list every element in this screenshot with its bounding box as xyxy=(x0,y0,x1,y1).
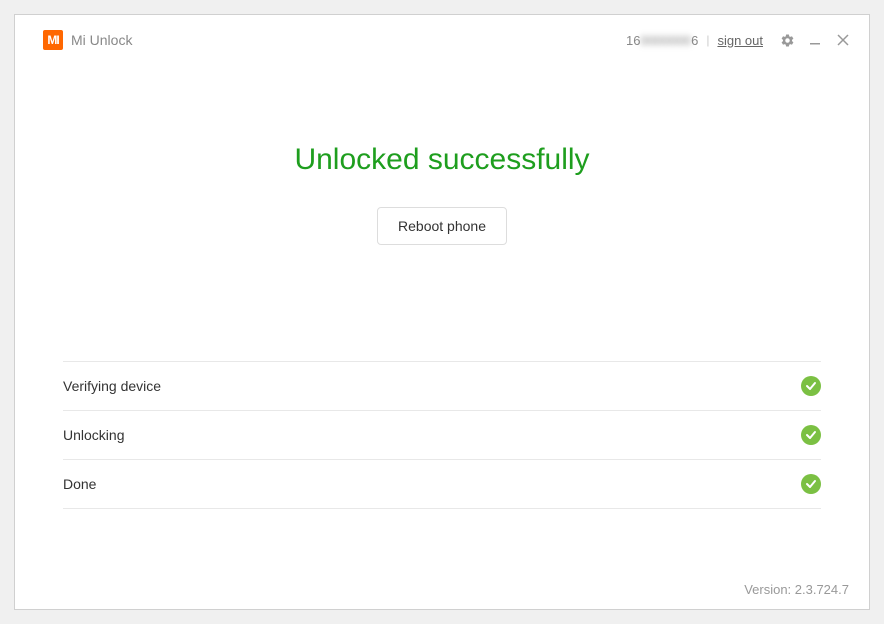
mi-logo-icon: MI xyxy=(43,30,63,50)
reboot-button[interactable]: Reboot phone xyxy=(377,207,507,245)
status-headline: Unlocked successfully xyxy=(294,143,589,177)
close-icon xyxy=(837,34,849,46)
minimize-button[interactable] xyxy=(805,30,825,50)
checkmark-icon xyxy=(801,376,821,396)
settings-button[interactable] xyxy=(777,30,797,50)
user-id-prefix: 16 xyxy=(626,33,640,48)
user-id-suffix: 6 xyxy=(691,33,698,48)
close-button[interactable] xyxy=(833,30,853,50)
checkmark-icon xyxy=(801,474,821,494)
step-label: Verifying device xyxy=(63,378,161,394)
sign-out-link[interactable]: sign out xyxy=(717,33,763,48)
step-label: Done xyxy=(63,476,96,492)
user-id: 1600000006 xyxy=(626,33,698,48)
gear-icon xyxy=(780,33,795,48)
app-window: MI Mi Unlock 1600000006 | sign out xyxy=(14,14,870,610)
minimize-icon xyxy=(809,34,821,46)
checkmark-icon xyxy=(801,425,821,445)
steps-list: Verifying device Unlocking Done xyxy=(15,361,869,509)
step-row-done: Done xyxy=(63,459,821,509)
step-label: Unlocking xyxy=(63,427,124,443)
step-row-verifying: Verifying device xyxy=(63,361,821,410)
titlebar: MI Mi Unlock 1600000006 | sign out xyxy=(15,15,869,65)
main-content: Unlocked successfully Reboot phone Verif… xyxy=(15,65,869,609)
user-id-hidden: 0000000 xyxy=(640,33,691,48)
step-row-unlocking: Unlocking xyxy=(63,410,821,459)
divider: | xyxy=(706,33,709,47)
app-title: Mi Unlock xyxy=(71,32,132,48)
titlebar-right: 1600000006 | sign out xyxy=(626,30,853,50)
version-label: Version: 2.3.724.7 xyxy=(744,582,849,597)
